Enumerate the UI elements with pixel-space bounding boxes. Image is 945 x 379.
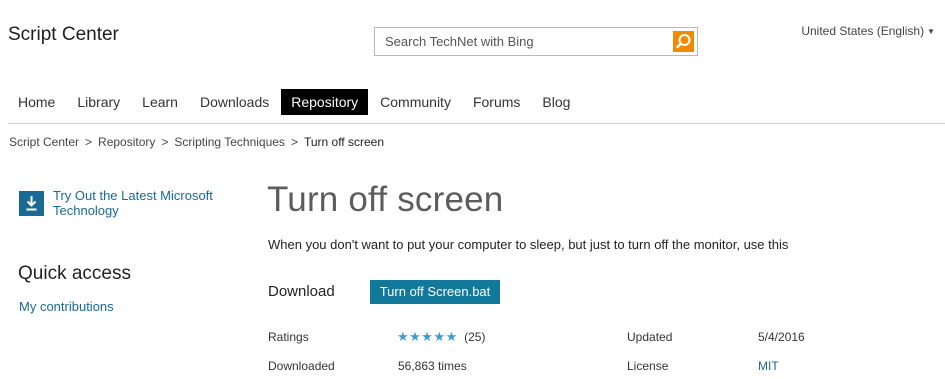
search-icon bbox=[676, 34, 691, 49]
download-button[interactable]: Turn off Screen.bat bbox=[370, 280, 500, 304]
main-nav: Home Library Learn Downloads Repository … bbox=[8, 89, 582, 115]
star-rating-icon: ★★★★★ bbox=[397, 329, 458, 344]
nav-item-library[interactable]: Library bbox=[67, 89, 130, 115]
nav-item-blog[interactable]: Blog bbox=[532, 89, 580, 115]
ratings-value[interactable]: ★★★★★ (25) bbox=[397, 329, 485, 345]
site-title[interactable]: Script Center bbox=[8, 24, 119, 46]
nav-item-community[interactable]: Community bbox=[370, 89, 461, 115]
search-input[interactable] bbox=[376, 29, 672, 54]
locale-label: United States (English) bbox=[801, 24, 925, 38]
updated-label: Updated bbox=[627, 330, 673, 344]
quick-access-heading: Quick access bbox=[18, 263, 131, 284]
script-description: When you don't want to put your computer… bbox=[268, 237, 789, 252]
ratings-label: Ratings bbox=[268, 330, 309, 344]
download-label: Download bbox=[268, 283, 335, 300]
breadcrumb: Script Center > Repository > Scripting T… bbox=[9, 135, 384, 149]
nav-item-home[interactable]: Home bbox=[8, 89, 65, 115]
downloaded-value: 56,863 times bbox=[398, 359, 467, 373]
promo-text: Try Out the Latest Microsoft Technology bbox=[53, 188, 213, 218]
breadcrumb-item-scripting-techniques[interactable]: Scripting Techniques bbox=[174, 135, 285, 149]
breadcrumb-separator: > bbox=[161, 135, 169, 149]
locale-selector[interactable]: United States (English) ▼ bbox=[801, 24, 935, 38]
nav-item-repository[interactable]: Repository bbox=[281, 89, 369, 115]
nav-item-forums[interactable]: Forums bbox=[463, 89, 530, 115]
breadcrumb-separator: > bbox=[290, 135, 298, 149]
caret-down-icon: ▼ bbox=[927, 27, 935, 36]
page-title: Turn off screen bbox=[267, 180, 504, 219]
nav-divider bbox=[8, 123, 945, 124]
license-link[interactable]: MIT bbox=[758, 359, 779, 373]
download-icon bbox=[19, 191, 44, 216]
nav-item-learn[interactable]: Learn bbox=[132, 89, 188, 115]
breadcrumb-item-repository[interactable]: Repository bbox=[98, 135, 155, 149]
search-button[interactable] bbox=[673, 31, 694, 52]
breadcrumb-separator: > bbox=[85, 135, 93, 149]
my-contributions-link[interactable]: My contributions bbox=[19, 299, 114, 314]
search-box bbox=[374, 27, 698, 56]
breadcrumb-item-current: Turn off screen bbox=[303, 135, 384, 149]
nav-item-downloads[interactable]: Downloads bbox=[190, 89, 279, 115]
updated-value: 5/4/2016 bbox=[758, 330, 805, 344]
ratings-count: (25) bbox=[464, 330, 486, 344]
downloaded-label: Downloaded bbox=[268, 359, 335, 373]
breadcrumb-item-script-center[interactable]: Script Center bbox=[9, 135, 79, 149]
license-label: License bbox=[627, 359, 669, 373]
promo-link[interactable]: Try Out the Latest Microsoft Technology bbox=[19, 188, 233, 218]
